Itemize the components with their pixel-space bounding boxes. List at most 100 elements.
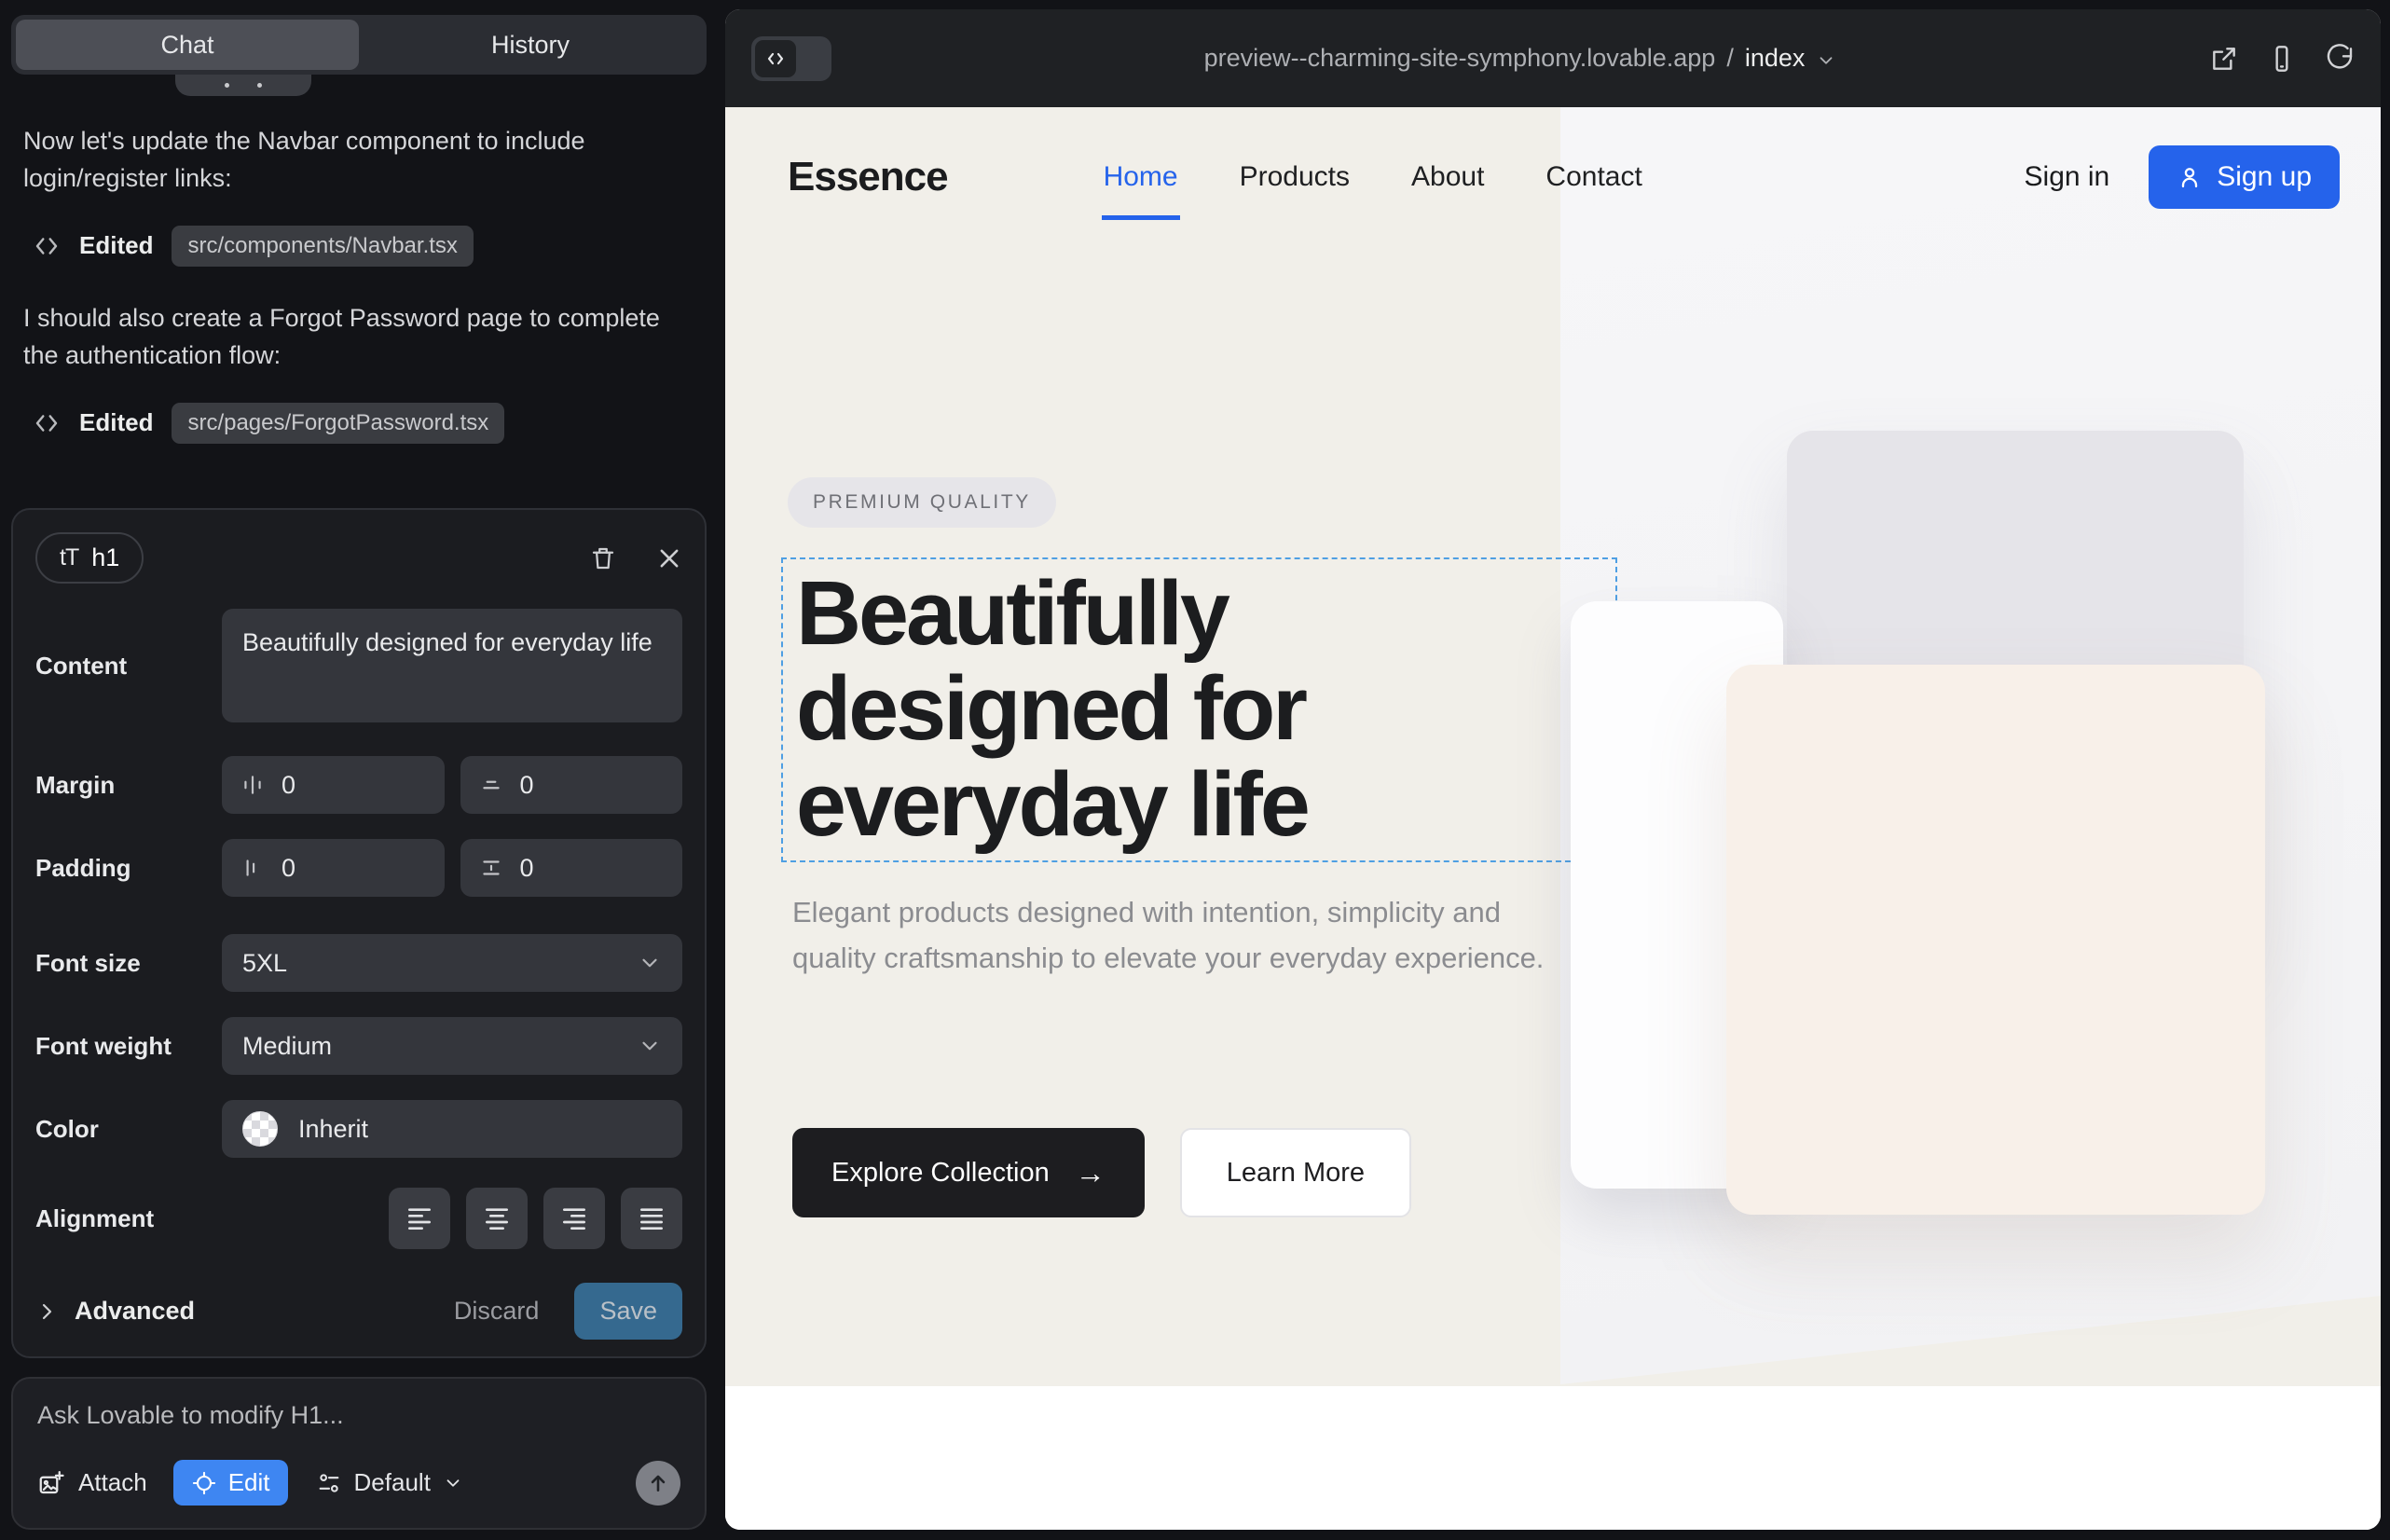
chevron-down-icon bbox=[638, 1034, 662, 1058]
align-justify-button[interactable] bbox=[621, 1188, 682, 1249]
learn-more-button[interactable]: Learn More bbox=[1180, 1128, 1411, 1217]
padding-x-input[interactable]: 0 bbox=[222, 839, 445, 897]
font-size-label: Font size bbox=[35, 949, 222, 978]
attach-button[interactable]: Attach bbox=[37, 1468, 147, 1497]
edited-label: Edited bbox=[79, 408, 153, 437]
chevron-down-icon bbox=[443, 1473, 463, 1493]
font-size-value: 5XL bbox=[242, 949, 287, 978]
lovable-app: Chat History Now let's update the Navbar… bbox=[0, 0, 2390, 1540]
nav-link-products[interactable]: Products bbox=[1240, 161, 1350, 193]
align-center-button[interactable] bbox=[466, 1188, 528, 1249]
sliders-icon bbox=[316, 1470, 342, 1496]
url-domain: preview--charming-site-symphony.lovable.… bbox=[1204, 44, 1716, 73]
attach-image-icon bbox=[37, 1469, 65, 1497]
code-view-toggle[interactable] bbox=[751, 36, 831, 81]
edited-file-pill[interactable]: src/components/Navbar.tsx bbox=[172, 226, 473, 267]
padding-row: Padding 0 0 bbox=[35, 839, 682, 897]
headline-line: Beautifully bbox=[796, 566, 1308, 661]
mobile-view-icon[interactable] bbox=[2267, 44, 2297, 74]
chat-composer[interactable]: Ask Lovable to modify H1... Attach Edit … bbox=[11, 1377, 707, 1530]
nav-link-contact[interactable]: Contact bbox=[1545, 161, 1641, 193]
sign-in-link[interactable]: Sign in bbox=[2025, 161, 2110, 193]
color-select[interactable]: Inherit bbox=[222, 1100, 682, 1158]
decor-card-cream bbox=[1726, 665, 2265, 1215]
font-weight-value: Medium bbox=[242, 1032, 332, 1061]
sign-up-button[interactable]: Sign up bbox=[2149, 145, 2340, 209]
headline-line: designed for bbox=[796, 661, 1308, 756]
chat-messages: Now let's update the Navbar component to… bbox=[23, 123, 690, 477]
element-tag-pill[interactable]: tT h1 bbox=[35, 532, 144, 584]
margin-x-value: 0 bbox=[282, 771, 295, 800]
align-left-button[interactable] bbox=[389, 1188, 450, 1249]
mode-label: Default bbox=[354, 1468, 431, 1497]
tab-chat[interactable]: Chat bbox=[16, 20, 359, 70]
advanced-toggle[interactable]: Advanced bbox=[35, 1297, 195, 1326]
font-weight-select[interactable]: Medium bbox=[222, 1017, 682, 1075]
edited-file-pill[interactable]: src/pages/ForgotPassword.tsx bbox=[172, 403, 504, 444]
explore-collection-button[interactable]: Explore Collection → bbox=[792, 1128, 1145, 1217]
margin-x-input[interactable]: 0 bbox=[222, 756, 445, 814]
close-icon[interactable] bbox=[656, 545, 682, 571]
preview-url[interactable]: preview--charming-site-symphony.lovable.… bbox=[831, 44, 2209, 73]
editor-footer: Advanced Discard Save bbox=[35, 1283, 682, 1340]
padding-vertical-icon bbox=[479, 856, 503, 880]
nav-link-home[interactable]: Home bbox=[1104, 161, 1178, 193]
margin-y-input[interactable]: 0 bbox=[460, 756, 683, 814]
premium-quality-badge: PREMIUM QUALITY bbox=[788, 477, 1056, 528]
url-page: index bbox=[1745, 44, 1806, 73]
send-button[interactable] bbox=[636, 1461, 680, 1506]
color-label: Color bbox=[35, 1115, 222, 1144]
open-external-icon[interactable] bbox=[2209, 44, 2239, 74]
alignment-row: Alignment bbox=[35, 1188, 682, 1249]
color-row: Color Inherit bbox=[35, 1100, 682, 1158]
font-size-row: Font size 5XL bbox=[35, 934, 682, 992]
nav-link-about[interactable]: About bbox=[1411, 161, 1484, 193]
padding-y-input[interactable]: 0 bbox=[460, 839, 683, 897]
model-selector[interactable]: Default bbox=[316, 1468, 463, 1497]
preview-panel: preview--charming-site-symphony.lovable.… bbox=[725, 9, 2381, 1530]
hero-paragraph: Elegant products designed with intention… bbox=[792, 890, 1585, 982]
composer-placeholder[interactable]: Ask Lovable to modify H1... bbox=[37, 1401, 680, 1430]
edit-label: Edit bbox=[228, 1468, 270, 1497]
margin-label: Margin bbox=[35, 771, 222, 800]
headline-line: everyday life bbox=[796, 757, 1308, 852]
user-icon bbox=[2177, 164, 2203, 190]
edited-file-row[interactable]: Edited src/components/Navbar.tsx bbox=[33, 226, 690, 267]
content-label: Content bbox=[35, 652, 222, 681]
edited-file-row[interactable]: Edited src/pages/ForgotPassword.tsx bbox=[33, 403, 690, 444]
scroll-indicator-pill[interactable] bbox=[175, 75, 311, 96]
save-button[interactable]: Save bbox=[574, 1283, 682, 1340]
chevron-down-icon bbox=[1816, 50, 1836, 71]
alignment-label: Alignment bbox=[35, 1204, 222, 1233]
padding-x-value: 0 bbox=[282, 854, 295, 883]
font-size-select[interactable]: 5XL bbox=[222, 934, 682, 992]
content-input[interactable]: Beautifully designed for everyday life bbox=[222, 609, 682, 722]
site-navbar: Essence Home Products About Contact Sign… bbox=[725, 107, 2381, 247]
target-icon bbox=[191, 1470, 217, 1496]
tab-history[interactable]: History bbox=[359, 20, 702, 70]
attach-label: Attach bbox=[78, 1468, 147, 1497]
margin-horizontal-icon bbox=[240, 773, 265, 797]
edited-label: Edited bbox=[79, 231, 153, 260]
padding-horizontal-icon bbox=[240, 856, 265, 880]
site-logo[interactable]: Essence bbox=[788, 154, 948, 200]
hero-headline[interactable]: Beautifully designed for everyday life bbox=[796, 566, 1308, 852]
padding-y-value: 0 bbox=[520, 854, 534, 883]
chat-message: I should also create a Forgot Password p… bbox=[23, 300, 690, 375]
site-nav-links: Home Products About Contact bbox=[1104, 161, 1642, 193]
arrow-right-icon: → bbox=[1076, 1156, 1106, 1190]
editor-header: tT h1 bbox=[35, 532, 682, 584]
edit-mode-button[interactable]: Edit bbox=[173, 1460, 288, 1506]
explore-label: Explore Collection bbox=[831, 1158, 1050, 1189]
discard-button[interactable]: Discard bbox=[454, 1297, 540, 1326]
preview-topbar: preview--charming-site-symphony.lovable.… bbox=[725, 9, 2381, 107]
align-right-button[interactable] bbox=[543, 1188, 605, 1249]
refresh-icon[interactable] bbox=[2325, 44, 2355, 74]
trash-icon[interactable] bbox=[589, 544, 617, 572]
chevron-down-icon bbox=[638, 951, 662, 975]
hero-cta-row: Explore Collection → Learn More bbox=[792, 1128, 1411, 1217]
padding-label: Padding bbox=[35, 854, 222, 883]
content-row: Content Beautifully designed for everyda… bbox=[35, 609, 682, 722]
chat-message: Now let's update the Navbar component to… bbox=[23, 123, 690, 198]
margin-vertical-icon bbox=[479, 773, 503, 797]
